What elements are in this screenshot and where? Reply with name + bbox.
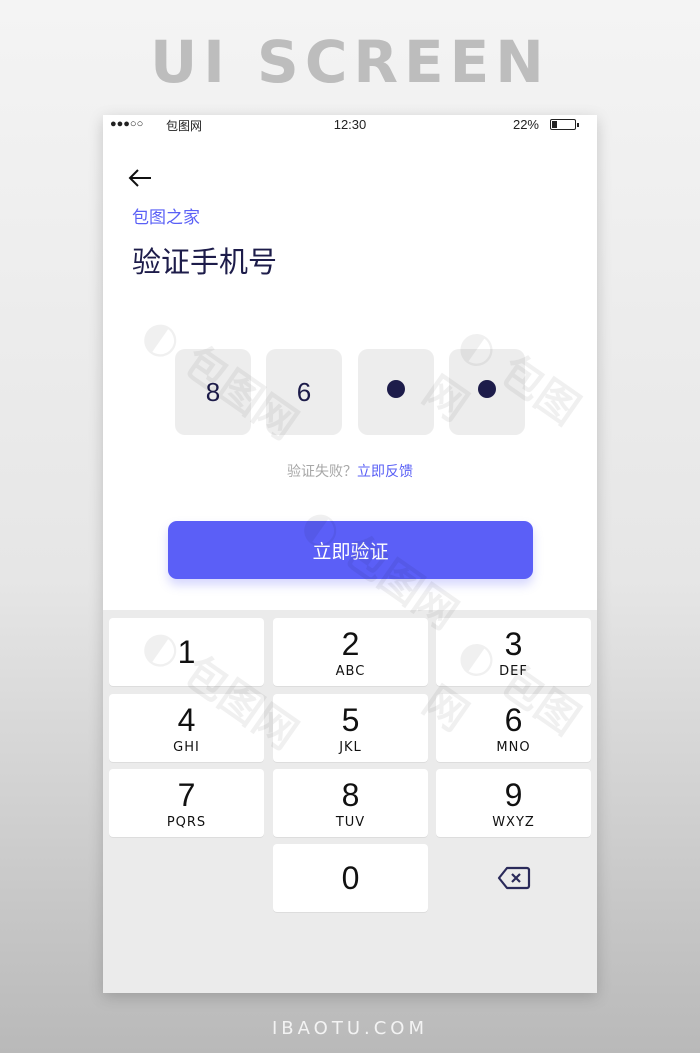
numeric-keypad: 1 2 ABC 3 DEF 4 GHI 5 JKL 6 MNO 7 PQRS 8… xyxy=(103,610,597,993)
key-digit: 3 xyxy=(504,626,523,662)
key-8[interactable]: 8 TUV xyxy=(273,769,428,837)
key-2[interactable]: 2 ABC xyxy=(273,618,428,686)
key-letters: WXYZ xyxy=(492,815,535,830)
key-letters: PQRS xyxy=(166,815,207,830)
key-1[interactable]: 1 xyxy=(109,618,264,686)
code-digit: 8 xyxy=(205,376,221,407)
key-digit: 7 xyxy=(177,777,196,813)
key-digit: 9 xyxy=(504,777,523,813)
key-4[interactable]: 4 GHI xyxy=(109,694,264,762)
key-6[interactable]: 6 MNO xyxy=(436,694,591,762)
key-digit: 4 xyxy=(177,702,196,738)
masked-dot-icon xyxy=(387,380,405,398)
key-letters: GHI xyxy=(173,740,200,755)
frame-header-title: UI SCREEN xyxy=(150,28,550,96)
code-box-1[interactable]: 8 xyxy=(175,349,251,435)
key-letters: TUV xyxy=(335,815,366,830)
key-digit: 1 xyxy=(177,634,196,670)
feedback-line: 验证失败？立即反馈 xyxy=(103,461,597,481)
battery-fill xyxy=(552,121,557,128)
delete-key[interactable] xyxy=(436,844,591,912)
key-letters: MNO xyxy=(496,740,531,755)
feedback-question: 验证失败？ xyxy=(287,464,357,480)
key-digit: 2 xyxy=(341,626,360,662)
key-digit: 5 xyxy=(341,702,360,738)
key-7[interactable]: 7 PQRS xyxy=(109,769,264,837)
verify-button[interactable]: 立即验证 xyxy=(168,521,533,579)
frame-footer-title: IBAOTU.COM xyxy=(272,1018,428,1039)
key-5[interactable]: 5 JKL xyxy=(273,694,428,762)
verification-code-row: 8 6 xyxy=(175,349,525,435)
key-3[interactable]: 3 DEF xyxy=(436,618,591,686)
code-box-4[interactable] xyxy=(449,349,525,435)
feedback-link[interactable]: 立即反馈 xyxy=(357,464,413,480)
code-box-3[interactable] xyxy=(358,349,434,435)
key-letters: DEF xyxy=(499,664,528,679)
masked-dot-icon xyxy=(478,380,496,398)
battery-percent: 22% xyxy=(512,117,539,132)
app-subtitle: 包图之家 xyxy=(132,208,200,228)
back-arrow-icon[interactable] xyxy=(127,167,153,189)
battery-icon xyxy=(550,119,579,130)
key-0[interactable]: 0 xyxy=(273,844,428,912)
status-bar: ●●●○○ 包图网 12:30 22% xyxy=(103,115,597,137)
backspace-icon xyxy=(497,866,530,890)
key-digit: 6 xyxy=(504,702,523,738)
key-digit: 8 xyxy=(341,777,360,813)
phone-screen: ●●●○○ 包图网 12:30 22% 包图之家 验证手机号 8 6 验证失败？… xyxy=(103,115,597,993)
key-letters: ABC xyxy=(335,664,366,679)
key-9[interactable]: 9 WXYZ xyxy=(436,769,591,837)
code-box-2[interactable]: 6 xyxy=(266,349,342,435)
code-digit: 6 xyxy=(296,376,312,407)
page-title: 验证手机号 xyxy=(132,245,278,279)
key-letters: JKL xyxy=(339,740,362,755)
key-digit: 0 xyxy=(341,860,360,896)
